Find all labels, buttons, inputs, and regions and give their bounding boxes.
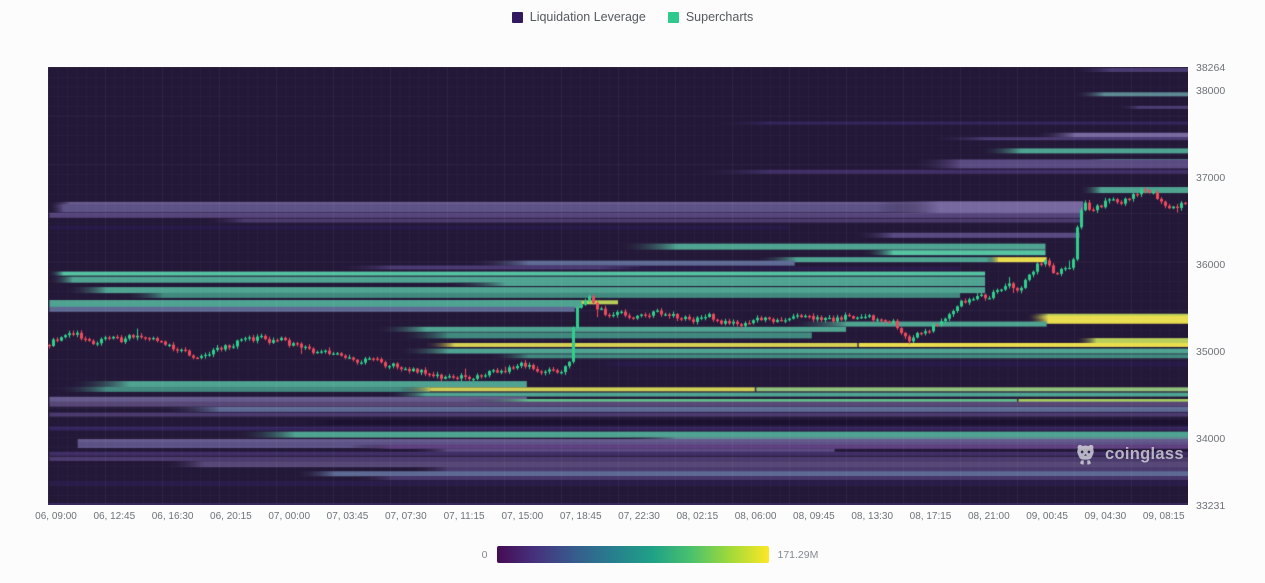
liquidation-heatmap-page: Liquidation Leverage Supercharts 38264 380… xyxy=(0,0,1265,583)
legend-label: Supercharts xyxy=(686,10,753,24)
x-axis-label: 07, 07:30 xyxy=(385,511,427,522)
x-axis-label: 08, 06:00 xyxy=(735,511,777,522)
y-axis-label: 33231 xyxy=(1196,500,1225,512)
colorbar-gradient xyxy=(497,546,769,563)
y-axis-label: 36000 xyxy=(1196,259,1225,271)
x-axis-label: 07, 03:45 xyxy=(327,511,369,522)
x-axis-label: 08, 02:15 xyxy=(676,511,718,522)
colorbar: 0 171.29M xyxy=(0,546,1265,563)
x-axis-label: 07, 18:45 xyxy=(560,511,602,522)
chart-legend: Liquidation Leverage Supercharts xyxy=(0,10,1265,24)
x-axis-label: 07, 22:30 xyxy=(618,511,660,522)
y-axis-label: 38000 xyxy=(1196,85,1225,97)
x-axis-label: 08, 09:45 xyxy=(793,511,835,522)
legend-swatch xyxy=(512,12,523,23)
x-axis-label: 09, 04:30 xyxy=(1085,511,1127,522)
legend-item-liquidation-leverage[interactable]: Liquidation Leverage xyxy=(512,10,646,24)
liquidation-heatmap-canvas[interactable] xyxy=(48,67,1188,505)
x-axis-label: 06, 16:30 xyxy=(152,511,194,522)
y-axis-label: 35000 xyxy=(1196,346,1225,358)
x-axis-label: 09, 08:15 xyxy=(1143,511,1185,522)
legend-label: Liquidation Leverage xyxy=(530,10,646,24)
colorbar-max-label: 171.29M xyxy=(778,549,824,561)
x-axis-label: 06, 12:45 xyxy=(93,511,135,522)
x-axis-label: 06, 20:15 xyxy=(210,511,252,522)
x-axis-label: 06, 09:00 xyxy=(35,511,77,522)
y-axis-label: 38264 xyxy=(1196,62,1225,74)
x-axis-label: 08, 17:15 xyxy=(910,511,952,522)
x-axis-label: 08, 21:00 xyxy=(968,511,1010,522)
colorbar-min-label: 0 xyxy=(442,549,488,561)
x-axis-label: 07, 15:00 xyxy=(502,511,544,522)
legend-swatch xyxy=(668,12,679,23)
x-axis-label: 07, 11:15 xyxy=(444,511,485,522)
x-axis-label: 09, 00:45 xyxy=(1026,511,1068,522)
y-axis-label: 34000 xyxy=(1196,433,1225,445)
x-axis-label: 07, 00:00 xyxy=(268,511,310,522)
legend-item-supercharts[interactable]: Supercharts xyxy=(668,10,753,24)
x-axis-label: 08, 13:30 xyxy=(851,511,893,522)
y-axis-label: 37000 xyxy=(1196,172,1225,184)
